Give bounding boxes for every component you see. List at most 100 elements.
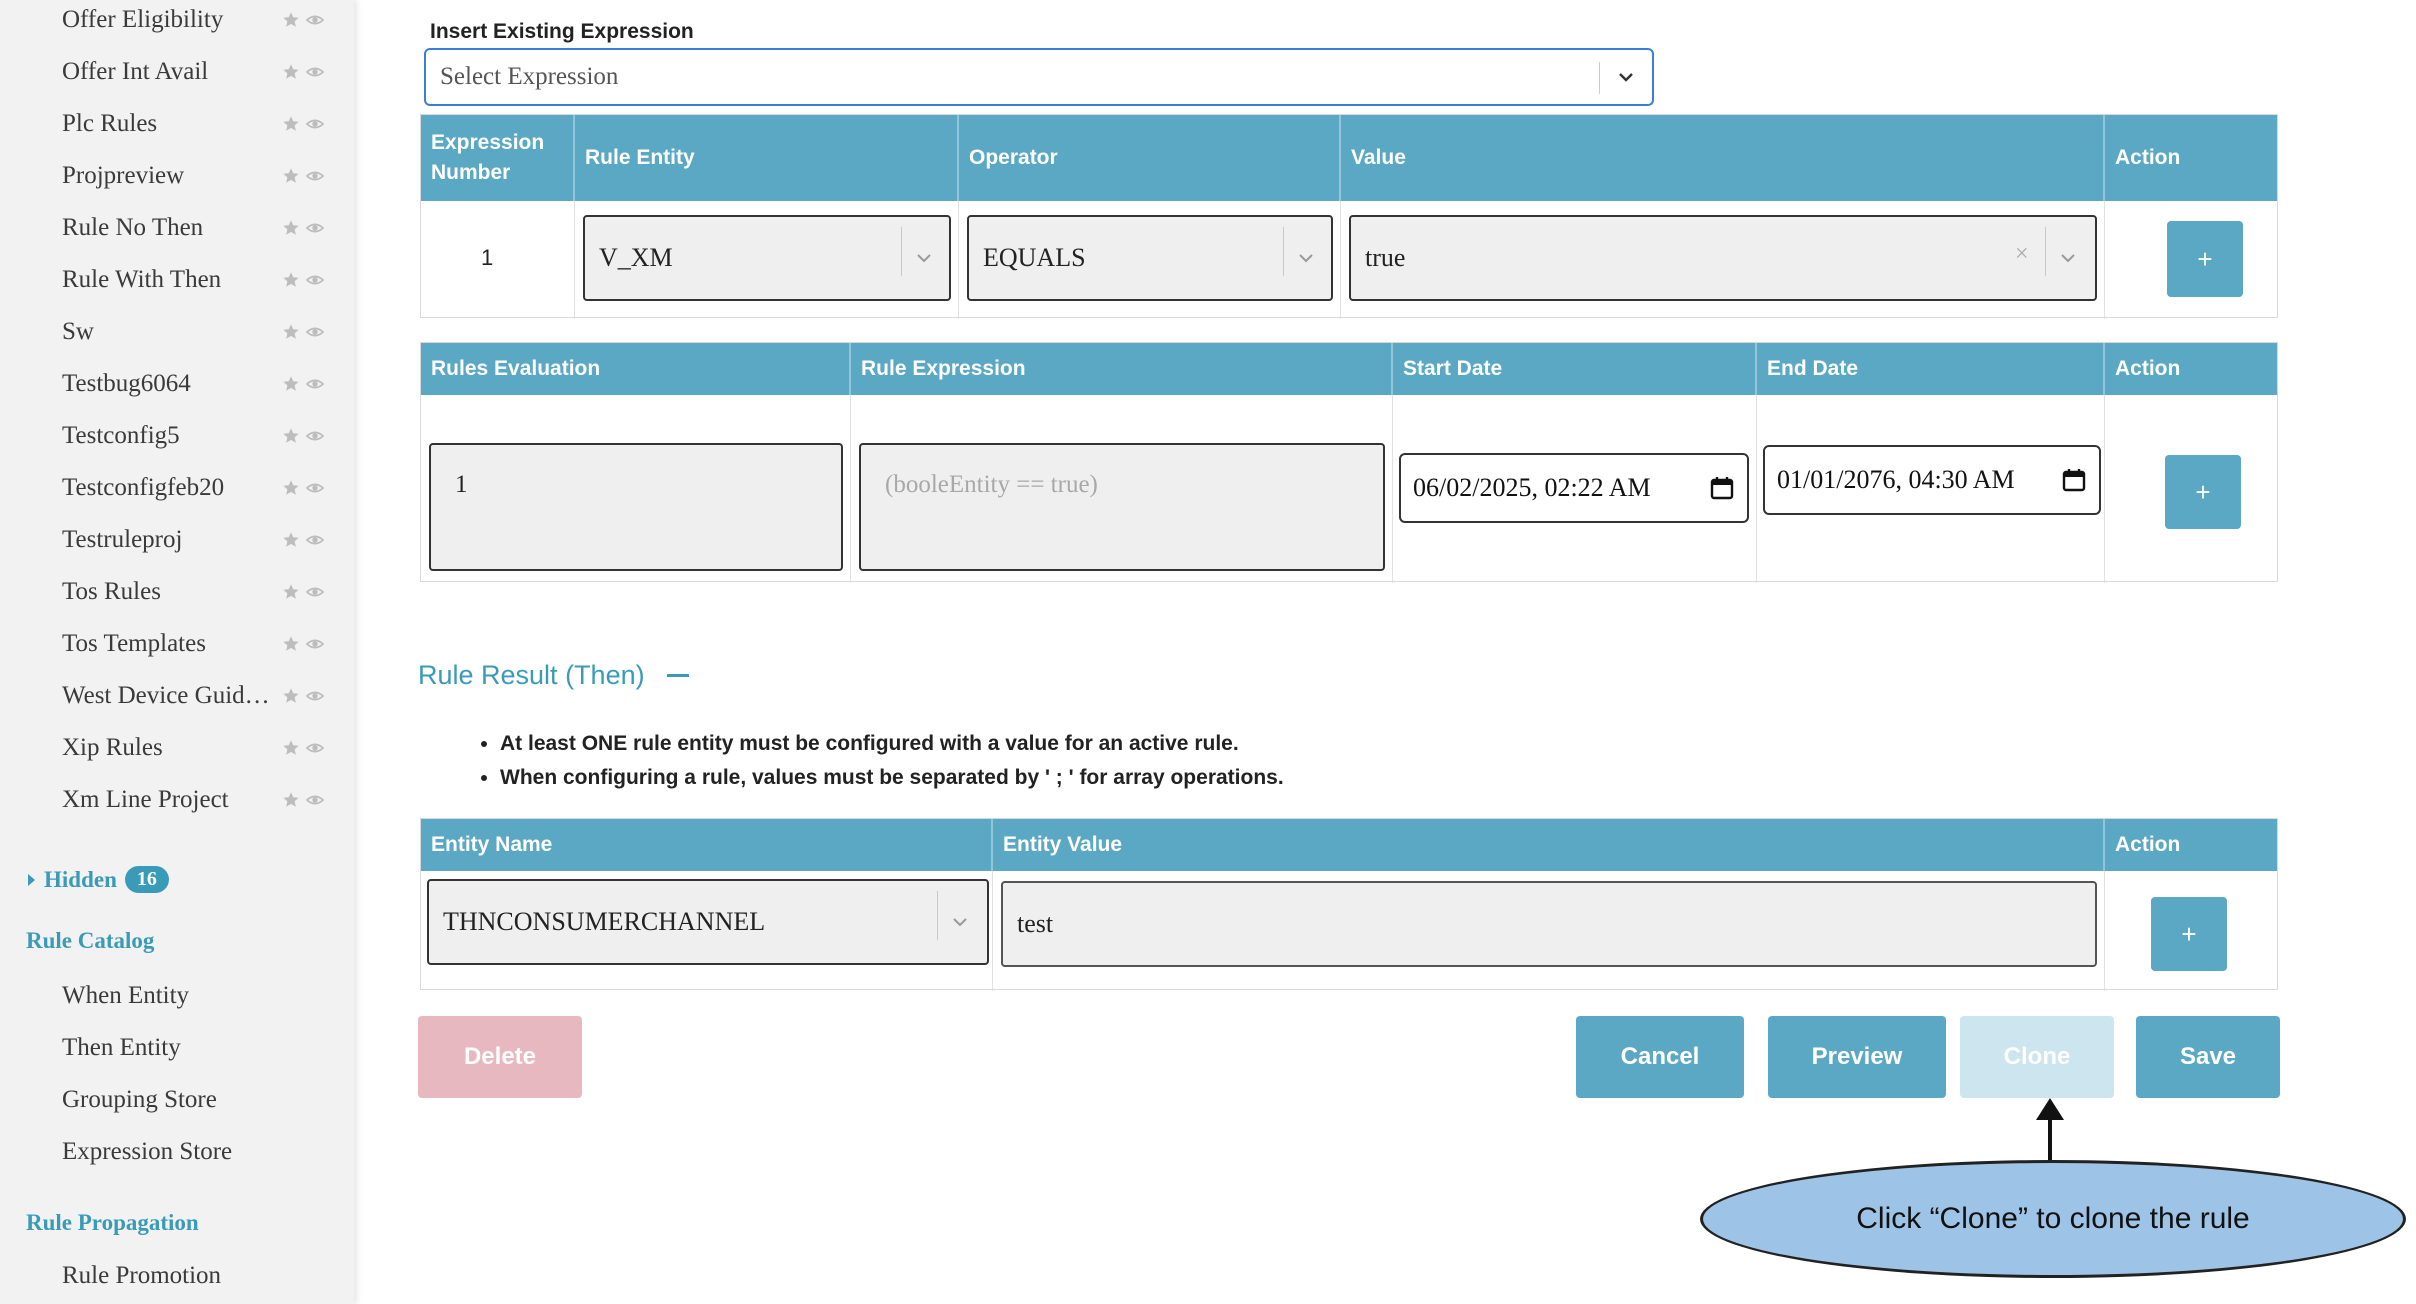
star-icon[interactable] [282, 323, 300, 341]
sidebar-item-label: Tos Templates [62, 630, 206, 657]
delete-button[interactable]: Delete [418, 1016, 582, 1098]
rule-catalog-header[interactable]: Rule Catalog [26, 928, 154, 954]
sidebar-item-project[interactable]: Testconfigfeb20 [62, 468, 342, 508]
eye-icon[interactable] [306, 739, 324, 757]
star-icon[interactable] [282, 115, 300, 133]
chevron-down-icon [2061, 254, 2075, 263]
entity-value-input[interactable]: test [1001, 881, 2097, 967]
star-icon[interactable] [282, 427, 300, 445]
rule-result-header[interactable]: Rule Result (Then) [418, 660, 689, 691]
select-expression-dropdown[interactable]: Select Expression [424, 48, 1654, 106]
sidebar-item-project[interactable]: Testbug6064 [62, 364, 342, 404]
hidden-toggle[interactable]: Hidden 16 [26, 866, 169, 893]
table-row: THNCONSUMERCHANNEL test + [421, 871, 2277, 991]
value-select[interactable]: true × [1349, 215, 2097, 301]
eye-icon[interactable] [306, 63, 324, 81]
star-icon[interactable] [282, 531, 300, 549]
star-icon[interactable] [282, 635, 300, 653]
hidden-label: Hidden [44, 866, 117, 892]
sidebar-item-project[interactable]: West Device Guide Rules [62, 676, 342, 716]
rules-evaluation-textarea[interactable]: 1 [429, 443, 843, 571]
sidebar-item-actions [282, 687, 324, 705]
sidebar-item-label: Xm Line Project [62, 786, 229, 813]
sidebar-item-project[interactable]: Rule No Then [62, 208, 342, 248]
eye-icon[interactable] [306, 115, 324, 133]
clear-icon[interactable]: × [2015, 241, 2029, 268]
eye-icon[interactable] [306, 479, 324, 497]
note-item: At least ONE rule entity must be configu… [500, 732, 1284, 756]
star-icon[interactable] [282, 739, 300, 757]
star-icon[interactable] [282, 583, 300, 601]
note-item: When configuring a rule, values must be … [500, 766, 1284, 790]
rule-expression-textarea[interactable]: (booleEntity == true) [859, 443, 1385, 571]
sidebar-item-project[interactable]: Rule With Then [62, 260, 342, 300]
sidebar-item-project[interactable]: Tos Templates [62, 624, 342, 664]
star-icon[interactable] [282, 271, 300, 289]
rule-propagation-header[interactable]: Rule Propagation [26, 1210, 199, 1236]
star-icon[interactable] [282, 791, 300, 809]
sidebar-item-then-entity[interactable]: Then Entity [62, 1028, 342, 1068]
sidebar-item-grouping-store[interactable]: Grouping Store [62, 1080, 342, 1120]
add-expression-button[interactable]: + [2167, 221, 2243, 297]
eye-icon[interactable] [306, 583, 324, 601]
star-icon[interactable] [282, 375, 300, 393]
star-icon[interactable] [282, 479, 300, 497]
add-evaluation-button[interactable]: + [2165, 455, 2241, 529]
star-icon[interactable] [282, 687, 300, 705]
eye-icon[interactable] [306, 687, 324, 705]
sidebar-item-project[interactable]: Testconfig5 [62, 416, 342, 456]
caret-right-icon [28, 873, 35, 886]
star-icon[interactable] [282, 63, 300, 81]
calendar-icon[interactable] [2061, 467, 2087, 493]
col-operator: Operator [959, 115, 1341, 201]
preview-button[interactable]: Preview [1768, 1016, 1946, 1098]
select-expression-placeholder: Select Expression [440, 63, 619, 90]
star-icon[interactable] [282, 11, 300, 29]
calendar-icon[interactable] [1709, 475, 1735, 501]
operator-select[interactable]: EQUALS [967, 215, 1333, 301]
sidebar-item-project[interactable]: Offer Int Avail [62, 52, 342, 92]
eye-icon[interactable] [306, 375, 324, 393]
sidebar-item-rule-promotion[interactable]: Rule Promotion [62, 1256, 342, 1296]
sidebar-item-label: Testbug6064 [62, 370, 191, 397]
cancel-button[interactable]: Cancel [1576, 1016, 1744, 1098]
sidebar-item-label: Rule No Then [62, 214, 204, 241]
eye-icon[interactable] [306, 271, 324, 289]
sidebar-item-project[interactable]: Offer Eligibility [62, 0, 342, 40]
entity-name-select[interactable]: THNCONSUMERCHANNEL [427, 879, 989, 965]
evaluation-table-header: Rules Evaluation Rule Expression Start D… [421, 343, 2277, 395]
col-expression-number: Expression Number [421, 115, 575, 201]
sidebar-item-project[interactable]: Sw [62, 312, 342, 352]
sidebar-item-actions [282, 323, 324, 341]
clone-button[interactable]: Clone [1960, 1016, 2114, 1098]
end-date-input[interactable]: 01/01/2076, 04:30 AM [1763, 445, 2101, 515]
sidebar-item-actions [282, 115, 324, 133]
add-entity-button[interactable]: + [2151, 897, 2227, 971]
eye-icon[interactable] [306, 323, 324, 341]
eye-icon[interactable] [306, 219, 324, 237]
eye-icon[interactable] [306, 531, 324, 549]
sidebar-item-when-entity[interactable]: When Entity [62, 976, 342, 1016]
save-button[interactable]: Save [2136, 1016, 2280, 1098]
eye-icon[interactable] [306, 11, 324, 29]
sidebar-item-project[interactable]: Testruleproj [62, 520, 342, 560]
collapse-icon[interactable] [666, 674, 689, 677]
sidebar-item-project[interactable]: Tos Rules [62, 572, 342, 612]
start-date-input[interactable]: 06/02/2025, 02:22 AM [1399, 453, 1749, 523]
sidebar-item-project[interactable]: Plc Rules [62, 104, 342, 144]
sidebar-item-label: Offer Eligibility [62, 6, 224, 33]
sidebar-item-expression-store[interactable]: Expression Store [62, 1132, 342, 1172]
sidebar-item-project[interactable]: Xm Line Project [62, 780, 342, 820]
sidebar-item-project[interactable]: Xip Rules [62, 728, 342, 768]
sidebar-item-project[interactable]: Projpreview [62, 156, 342, 196]
star-icon[interactable] [282, 219, 300, 237]
rule-entity-select[interactable]: V_XM [583, 215, 951, 301]
eye-icon[interactable] [306, 635, 324, 653]
eye-icon[interactable] [306, 791, 324, 809]
sidebar-item-actions [282, 635, 324, 653]
sidebar-item-actions [282, 375, 324, 393]
eye-icon[interactable] [306, 427, 324, 445]
start-date-value: 06/02/2025, 02:22 AM [1413, 473, 1651, 502]
eye-icon[interactable] [306, 167, 324, 185]
star-icon[interactable] [282, 167, 300, 185]
